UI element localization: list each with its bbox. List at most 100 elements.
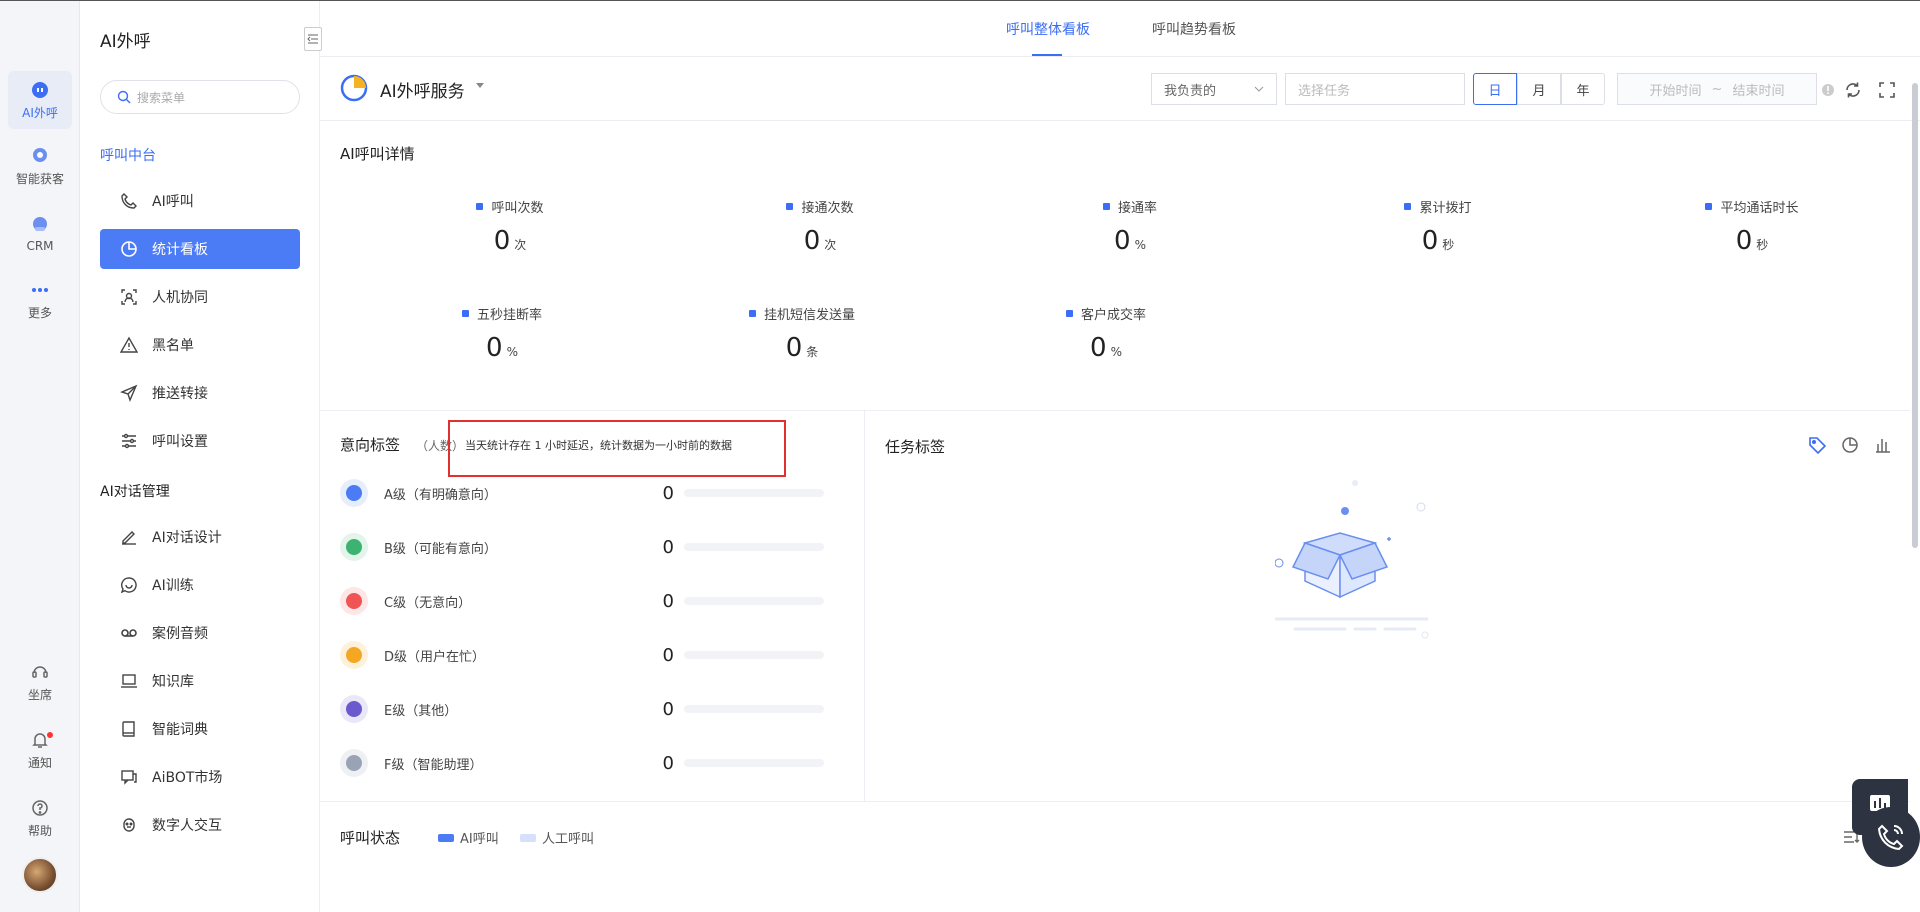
menu-item-digital-human[interactable]: 数字人交互 bbox=[100, 805, 300, 845]
menu-item-human-machine[interactable]: 人机协同 bbox=[100, 277, 300, 317]
rail-item-notifications[interactable]: 通知 bbox=[8, 721, 72, 779]
section-title: 呼叫状态 bbox=[340, 829, 401, 847]
service-selector[interactable]: AI外呼服务 bbox=[380, 77, 465, 102]
menu-item-label: 黑名单 bbox=[152, 338, 194, 354]
segment-year[interactable]: 年 bbox=[1561, 73, 1605, 105]
menu-search-input[interactable]: 搜索菜单 bbox=[100, 80, 300, 114]
stat-value: 0% bbox=[1090, 333, 1122, 363]
rail-label: 智能获客 bbox=[15, 171, 64, 186]
menu-item-push-transfer[interactable]: 推送转接 bbox=[100, 373, 300, 413]
date-range-picker[interactable]: 开始时间 ~ 结束时间 bbox=[1617, 73, 1817, 105]
intent-row-d: D级（用户在忙） 0 bbox=[340, 639, 845, 671]
bar-chart-icon[interactable] bbox=[1873, 435, 1893, 455]
stat-label: 平均通话时长 bbox=[1662, 197, 1842, 216]
notification-dot bbox=[47, 732, 53, 738]
stat-value: 0% bbox=[486, 333, 518, 363]
crm-icon bbox=[30, 215, 50, 235]
menu-item-label: AiBOT市场 bbox=[152, 770, 223, 786]
call-assistant-button[interactable] bbox=[1862, 807, 1920, 867]
menu-item-dialog-design[interactable]: AI对话设计 bbox=[100, 517, 300, 557]
start-date-placeholder: 开始时间 bbox=[1649, 83, 1702, 99]
menu-item-label: AI呼叫 bbox=[152, 194, 194, 210]
rail-item-customer-acquisition[interactable]: 智能获客 bbox=[8, 137, 72, 195]
menu-item-label: 数字人交互 bbox=[152, 818, 222, 834]
pie-chart-icon[interactable] bbox=[1840, 435, 1860, 455]
intent-label: B级（可能有意向） bbox=[384, 541, 497, 557]
range-separator: ~ bbox=[1711, 81, 1723, 97]
legend-swatch bbox=[438, 833, 454, 842]
task-placeholder: 选择任务 bbox=[1298, 83, 1351, 99]
intent-row-b: B级（可能有意向） 0 bbox=[340, 531, 845, 563]
segment-month[interactable]: 月 bbox=[1517, 73, 1561, 105]
intent-level-icon bbox=[340, 641, 368, 669]
menu-item-stats-dashboard[interactable]: 统计看板 bbox=[100, 229, 300, 269]
legend-ai-call[interactable]: AI呼叫 bbox=[438, 828, 499, 847]
page-scrollbar[interactable] bbox=[1912, 83, 1918, 548]
segment-day[interactable]: 日 bbox=[1473, 73, 1517, 105]
intent-row-f: F级（智能助理） 0 bbox=[340, 747, 845, 779]
task-select-input[interactable]: 选择任务 bbox=[1285, 73, 1465, 105]
rail-item-help[interactable]: 帮助 bbox=[8, 789, 72, 847]
info-icon[interactable] bbox=[1821, 83, 1835, 97]
intent-label: E级（其他） bbox=[384, 703, 458, 719]
menu-item-knowledge-base[interactable]: 知识库 bbox=[100, 661, 300, 701]
sidebar: AI外呼 搜索菜单 呼叫中台 AI呼叫 统计看板 人机协同 黑名单 推送转接 呼… bbox=[80, 1, 322, 912]
menu-item-blacklist[interactable]: 黑名单 bbox=[100, 325, 300, 365]
menu-item-case-audio[interactable]: 案例音频 bbox=[100, 613, 300, 653]
legend-manual-call[interactable]: 人工呼叫 bbox=[520, 828, 594, 847]
pen-icon bbox=[122, 531, 136, 545]
tag-icon[interactable] bbox=[1807, 435, 1827, 455]
menu-item-label: 推送转接 bbox=[152, 386, 208, 402]
legend-label: AI呼叫 bbox=[460, 832, 499, 847]
fullscreen-icon[interactable] bbox=[1878, 81, 1896, 99]
rail-label: 帮助 bbox=[27, 823, 52, 838]
owner-filter-select[interactable]: 我负责的 bbox=[1151, 73, 1277, 105]
stat-value: 0次 bbox=[493, 226, 527, 256]
menu-item-dictionary[interactable]: 智能词典 bbox=[100, 709, 300, 749]
rail-item-agent[interactable]: 坐席 bbox=[8, 653, 72, 711]
stat-five-second-hangup: 五秒挂断率 0% bbox=[422, 304, 582, 363]
user-avatar[interactable] bbox=[22, 857, 58, 893]
help-icon bbox=[30, 798, 50, 818]
rail-label: CRM bbox=[26, 239, 54, 253]
section-title: AI呼叫详情 bbox=[340, 145, 415, 163]
rail-item-crm[interactable]: CRM bbox=[8, 205, 72, 263]
menu-item-label: AI训练 bbox=[152, 578, 194, 594]
intent-count: 0 bbox=[662, 752, 674, 774]
pie-chart-icon bbox=[121, 241, 137, 257]
intent-label: F级（智能助理） bbox=[384, 757, 483, 773]
rail-item-more[interactable]: 更多 bbox=[8, 271, 72, 329]
intent-label: C级（无意向） bbox=[384, 595, 472, 611]
intent-bar bbox=[684, 543, 824, 551]
stat-conversion-rate: 客户成交率 0% bbox=[1026, 304, 1186, 363]
owner-filter-value: 我负责的 bbox=[1164, 83, 1217, 99]
stat-value: 0% bbox=[1114, 226, 1146, 256]
face-scan-icon bbox=[121, 289, 137, 305]
intent-bar bbox=[684, 759, 824, 767]
rail-item-ai-call[interactable]: AI外呼 bbox=[8, 71, 72, 129]
menu-item-ai-training[interactable]: AI训练 bbox=[100, 565, 300, 605]
intent-count: 0 bbox=[662, 698, 674, 720]
more-dots-icon bbox=[30, 280, 50, 300]
intent-row-c: C级（无意向） 0 bbox=[340, 585, 845, 617]
tab-overall-dashboard[interactable]: 呼叫整体看板 bbox=[1006, 19, 1090, 39]
menu-item-label: 知识库 bbox=[152, 674, 194, 690]
app-root: AI外呼 智能获客 CRM 更多 坐席 通知 帮助 AI外呼 搜索菜单 呼叫中台… bbox=[0, 0, 1920, 912]
menu-item-call-settings[interactable]: 呼叫设置 bbox=[100, 421, 300, 461]
intent-row-a: A级（有明确意向） 0 bbox=[340, 477, 845, 509]
intent-count: 0 bbox=[662, 482, 674, 504]
menu-item-label: 呼叫设置 bbox=[152, 434, 208, 450]
stat-label: 接通率 bbox=[1050, 197, 1210, 216]
stat-call-count: 呼叫次数 0次 bbox=[430, 197, 590, 256]
intent-bar bbox=[684, 489, 824, 497]
legend-swatch bbox=[520, 833, 536, 842]
menu-item-aibot-market[interactable]: AiBOT市场 bbox=[100, 757, 300, 797]
menu-item-ai-call[interactable]: AI呼叫 bbox=[100, 181, 300, 221]
tab-trend-dashboard[interactable]: 呼叫趋势看板 bbox=[1152, 19, 1236, 39]
stat-value: 0次 bbox=[803, 226, 837, 256]
end-date-placeholder: 结束时间 bbox=[1732, 83, 1785, 99]
caret-down-icon[interactable] bbox=[476, 83, 484, 88]
refresh-icon[interactable] bbox=[1844, 81, 1862, 99]
collapse-icon bbox=[307, 34, 318, 44]
robot-icon bbox=[30, 80, 50, 100]
